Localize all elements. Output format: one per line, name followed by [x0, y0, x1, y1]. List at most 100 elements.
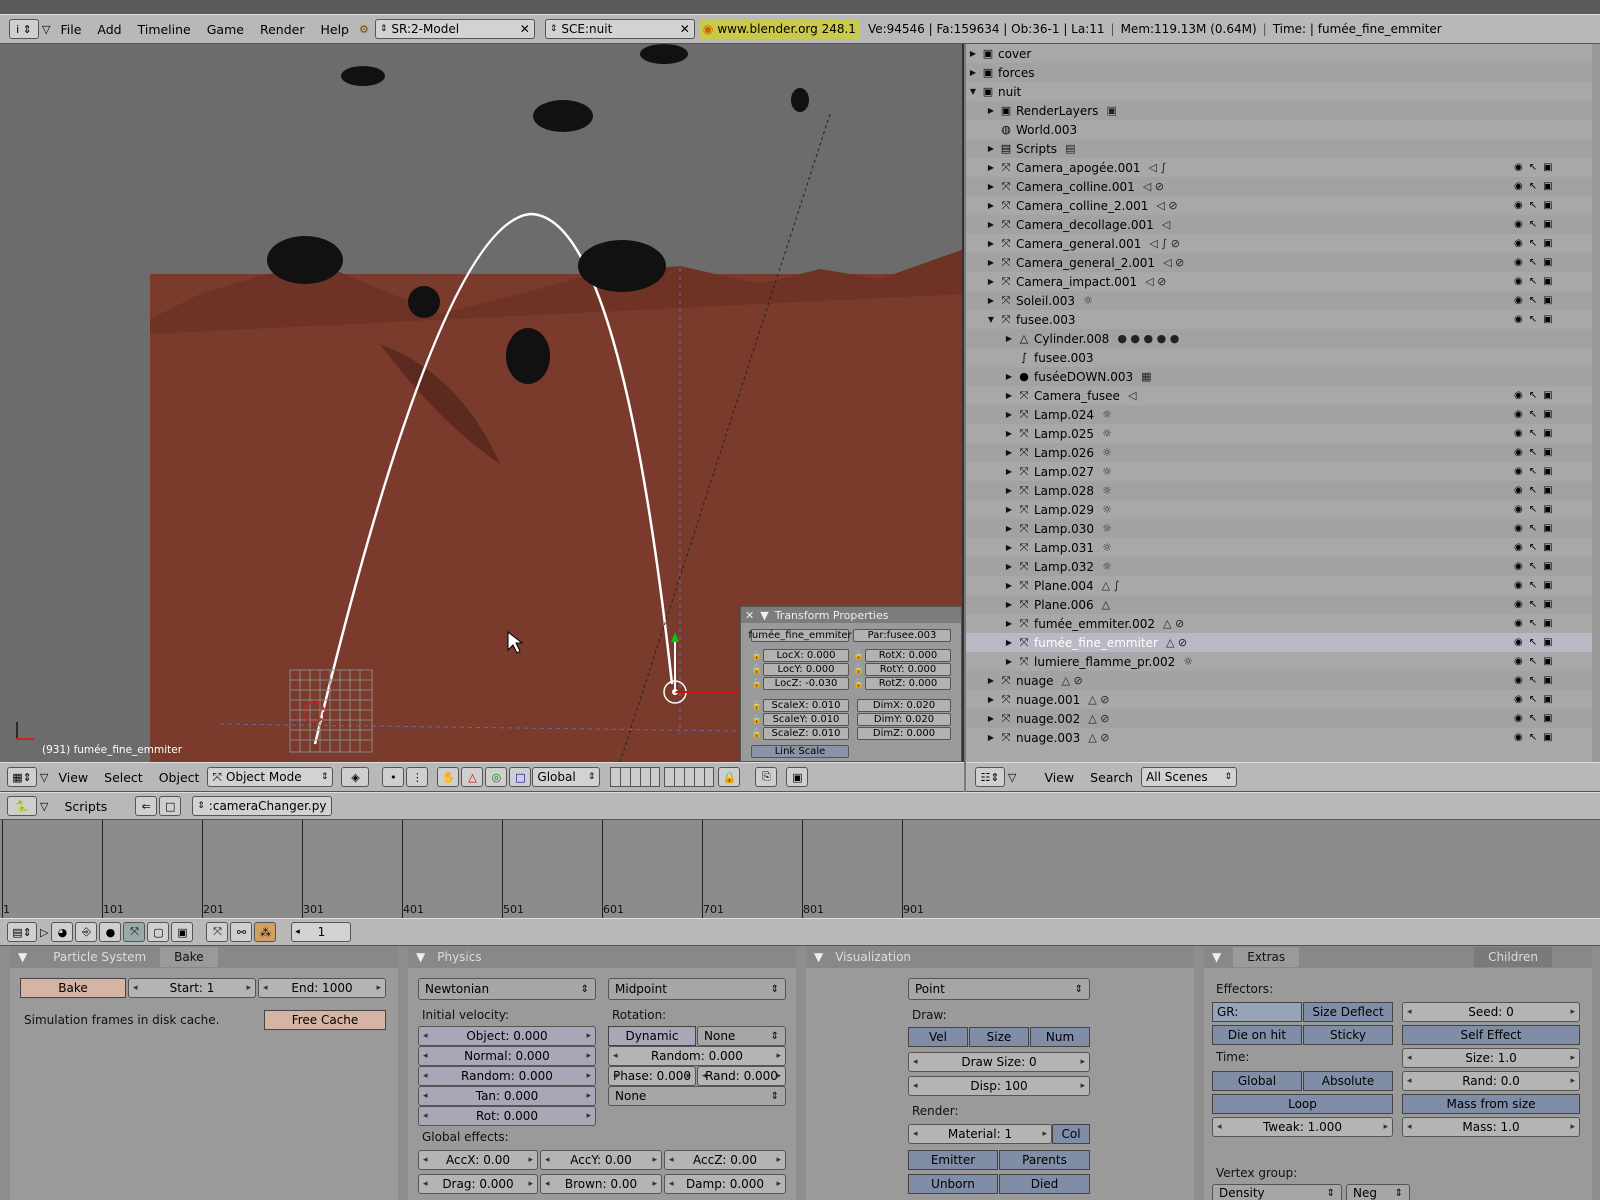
outliner-data-icons[interactable]: ☼ — [1102, 560, 1112, 573]
outliner-row[interactable]: ▶ ⤧ Camera_fusee ◁ ◉ ↖ ▣ — [966, 386, 1600, 405]
render-icon[interactable]: ▣ — [1543, 637, 1552, 648]
outliner[interactable]: ▶ ▣ cover ▶ ▣ forces ▼ ▣ nuit ▶ ▣ RenderLayers ▣ ◍ Wor… — [966, 44, 1600, 762]
render-icon[interactable]: ▣ — [1543, 447, 1552, 458]
outliner-row[interactable]: ▶ ⤧ Plane.004 △ ∫ ◉ ↖ ▣ — [966, 576, 1600, 595]
eye-icon[interactable]: ◉ — [1514, 238, 1523, 249]
disp-field[interactable]: Disp: 100 — [908, 1076, 1090, 1096]
tab-bake[interactable]: Bake — [160, 947, 218, 967]
eye-icon[interactable]: ◉ — [1514, 314, 1523, 325]
scene-context-icon[interactable]: ▣ — [171, 922, 194, 942]
expanded-icon[interactable]: ▼ — [968, 87, 978, 96]
rotation-random-field[interactable]: Random: 0.000 — [608, 1046, 786, 1066]
eye-icon[interactable]: ◉ — [1514, 257, 1523, 268]
collapsed-icon[interactable]: ▶ — [1004, 562, 1014, 571]
size-toggle[interactable]: Size — [969, 1027, 1029, 1047]
outliner-row[interactable]: ▶ ⤧ Lamp.027 ☼ ◉ ↖ ▣ — [966, 462, 1600, 481]
menu-view[interactable]: View — [50, 770, 96, 785]
outliner-row[interactable]: ▶ ⤧ Lamp.032 ☼ ◉ ↖ ▣ — [966, 557, 1600, 576]
drag-field[interactable]: Drag: 0.000 — [418, 1174, 538, 1194]
free-cache-button[interactable]: Free Cache — [264, 1010, 386, 1030]
phase-field[interactable]: Phase: 0.000 — [608, 1066, 696, 1086]
tab-extras[interactable]: Extras — [1233, 947, 1300, 967]
collapse-icon[interactable]: ▼ — [416, 950, 425, 964]
scalex-field[interactable]: ScaleX: 0.010 — [763, 699, 849, 712]
outliner-row[interactable]: ▶ ⤧ Lamp.024 ☼ ◉ ↖ ▣ — [966, 405, 1600, 424]
outliner-row[interactable]: ▶ ⤧ nuage.002 △ ⊘ ◉ ↖ ▣ — [966, 709, 1600, 728]
collapsed-icon[interactable]: ▶ — [1004, 600, 1014, 609]
render-icon[interactable]: ▣ — [1543, 732, 1552, 743]
menu-select[interactable]: Select — [96, 770, 151, 785]
render-icon[interactable]: ▣ — [1543, 504, 1552, 515]
timeline-lane[interactable]: 1 101 201 301 401 501 601 701 801 901 — [0, 820, 1600, 918]
collapsed-icon[interactable]: ▶ — [1004, 619, 1014, 628]
outliner-row[interactable]: ▶ ⤧ Lamp.030 ☼ ◉ ↖ ▣ — [966, 519, 1600, 538]
outliner-data-icons[interactable]: ☼ — [1183, 655, 1193, 668]
outliner-row[interactable]: ▶ ● fuséeDOWN.003 ▦ — [966, 367, 1600, 386]
arrow-icon[interactable]: ↖ — [1529, 238, 1537, 249]
outliner-row[interactable]: ∫ fusee.003 — [966, 348, 1600, 367]
eye-icon[interactable]: ◉ — [1514, 390, 1523, 401]
outliner-data-icons[interactable]: △ ⊘ — [1088, 693, 1109, 706]
outliner-row[interactable]: ▶ ⤧ Camera_colline_2.001 ◁ ⊘ ◉ ↖ ▣ — [966, 196, 1600, 215]
normal-velocity-field[interactable]: Normal: 0.000 — [418, 1046, 596, 1066]
outliner-row[interactable]: ▶ ⤧ Plane.006 △ ◉ ↖ ▣ — [966, 595, 1600, 614]
eye-icon[interactable]: ◉ — [1514, 409, 1523, 420]
col-toggle[interactable]: Col — [1052, 1124, 1090, 1144]
collapse-icon[interactable]: ▽ — [42, 23, 50, 36]
eye-icon[interactable]: ◉ — [1514, 732, 1523, 743]
eye-icon[interactable]: ◉ — [1514, 200, 1523, 211]
parents-toggle[interactable]: Parents — [999, 1150, 1090, 1170]
outliner-data-icons[interactable]: ☼ — [1102, 484, 1112, 497]
eye-icon[interactable]: ◉ — [1514, 162, 1523, 173]
draw-type-menu[interactable]: Point — [908, 978, 1090, 1000]
tweak-field[interactable]: Tweak: 1.000 — [1212, 1117, 1393, 1137]
outliner-data-icons[interactable]: ▣ — [1106, 104, 1116, 117]
layer-icon[interactable]: ⋮ — [406, 767, 429, 787]
eye-icon[interactable]: ◉ — [1514, 561, 1523, 572]
render-icon[interactable]: ▣ — [1543, 200, 1552, 211]
mode-selector[interactable]: ⤧ Object Mode ⇕ — [207, 767, 334, 787]
outliner-row[interactable]: ▶ ⤧ nuage △ ⊘ ◉ ↖ ▣ — [966, 671, 1600, 690]
num-toggle[interactable]: Num — [1030, 1027, 1090, 1047]
script-context-icon[interactable]: ⎆ — [75, 922, 98, 942]
arrow-icon[interactable]: ↖ — [1529, 504, 1537, 515]
collapsed-icon[interactable]: ▶ — [986, 106, 996, 115]
material-field[interactable]: Material: 1 — [908, 1124, 1052, 1144]
collapsed-icon[interactable]: ▶ — [1004, 372, 1014, 381]
render-preview-icon[interactable]: ⎘ — [755, 767, 778, 787]
render-icon[interactable]: ▣ — [1543, 238, 1552, 249]
vel-toggle[interactable]: Vel — [908, 1027, 968, 1047]
rotz-field[interactable]: RotZ: 0.000 — [865, 677, 951, 690]
render-icon[interactable]: ▣ — [1543, 561, 1552, 572]
gr-field[interactable]: GR: — [1212, 1002, 1302, 1022]
self-effect-toggle[interactable]: Self Effect — [1402, 1025, 1580, 1045]
script-file-field[interactable]: ⇕:cameraChanger.py — [192, 796, 333, 816]
collapsed-icon[interactable]: ▶ — [1004, 657, 1014, 666]
outliner-row[interactable]: ▶ ▣ forces — [966, 63, 1600, 82]
arrow-icon[interactable]: ↖ — [1529, 656, 1537, 667]
neg-toggle[interactable]: Neg — [1346, 1184, 1410, 1200]
render-icon[interactable]: ▣ — [1543, 390, 1552, 401]
arrow-icon[interactable]: ↖ — [1529, 409, 1537, 420]
outliner-data-icons[interactable]: ☼ — [1102, 446, 1112, 459]
arrow-icon[interactable]: ↖ — [1529, 618, 1537, 629]
size-field[interactable]: Size: 1.0 — [1402, 1048, 1580, 1068]
eye-icon[interactable]: ◉ — [1514, 181, 1523, 192]
global-time-toggle[interactable]: Global — [1212, 1071, 1302, 1091]
outliner-data-icons[interactable]: ☼ — [1102, 465, 1112, 478]
vertex-group-menu[interactable]: Density — [1212, 1184, 1342, 1200]
tab-children[interactable]: Children — [1474, 947, 1552, 967]
menu-add[interactable]: Add — [89, 22, 129, 37]
pivot-icon[interactable]: • — [382, 767, 405, 787]
arrow-icon[interactable]: ↖ — [1529, 485, 1537, 496]
arrow-icon[interactable]: ↖ — [1529, 523, 1537, 534]
scaley-field[interactable]: ScaleY: 0.010 — [763, 713, 849, 726]
outliner-row[interactable]: ▶ ⤧ Camera_impact.001 ◁ ⊘ ◉ ↖ ▣ — [966, 272, 1600, 291]
rotation-mode-menu[interactable]: None — [697, 1026, 786, 1046]
back-arrow-icon[interactable]: ⇐ — [135, 796, 158, 816]
roty-field[interactable]: RotY: 0.000 — [865, 663, 951, 676]
render-icon[interactable]: ▣ — [786, 767, 809, 787]
lock-icon[interactable]: 🔒 🔒 🔒 — [751, 649, 762, 691]
accy-field[interactable]: AccY: 0.00 — [540, 1150, 662, 1170]
eye-icon[interactable]: ◉ — [1514, 523, 1523, 534]
